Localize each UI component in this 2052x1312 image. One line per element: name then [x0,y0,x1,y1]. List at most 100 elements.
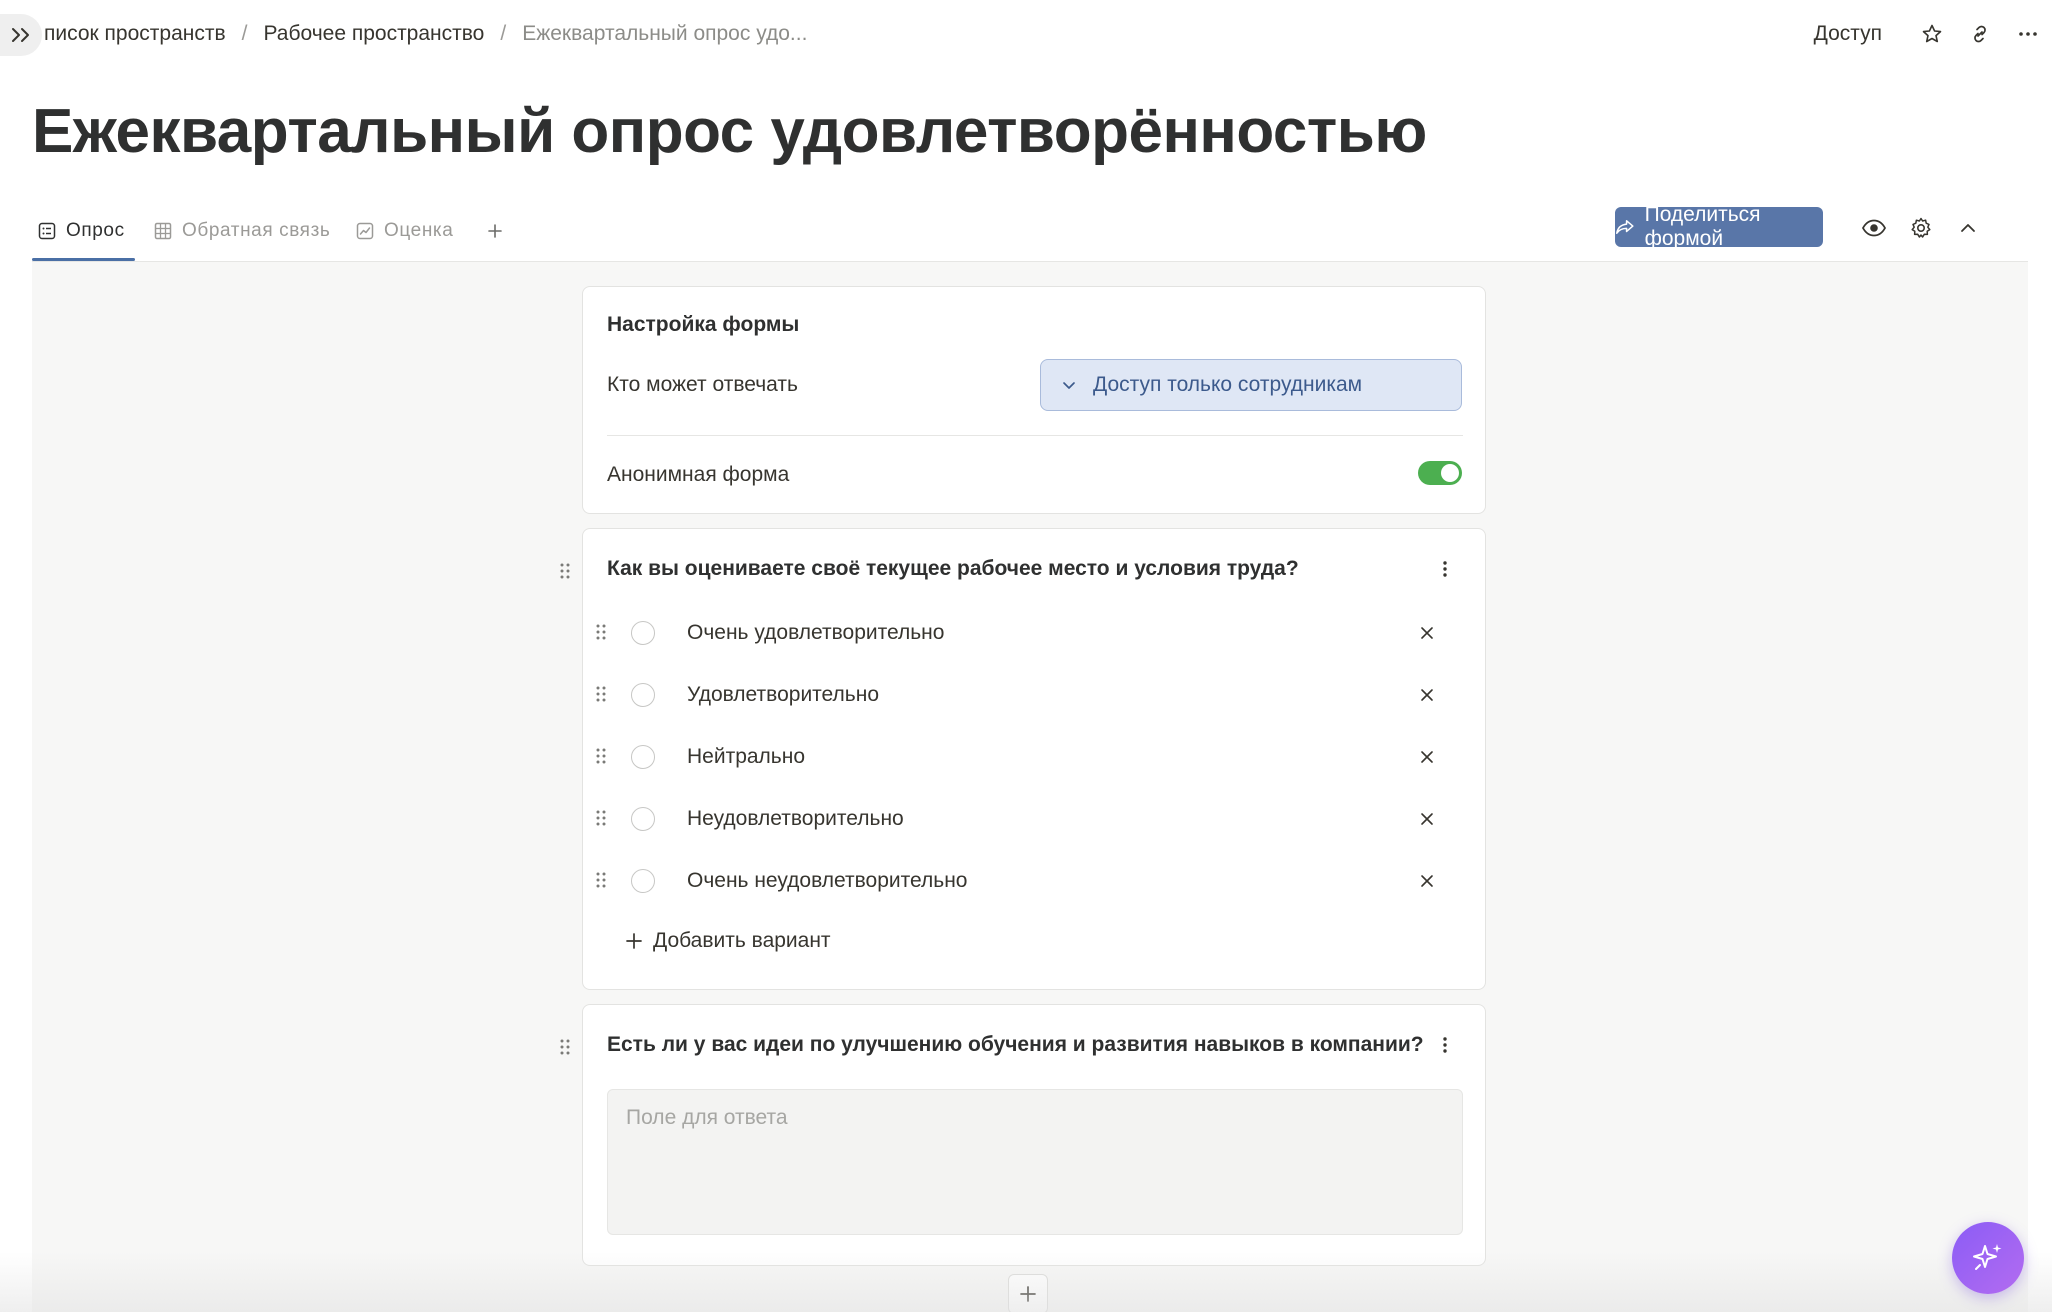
active-tab-indicator [32,258,135,261]
plus-icon [1020,1286,1036,1302]
option-radio[interactable] [631,621,655,645]
remove-option-button[interactable] [1413,619,1441,647]
option-radio[interactable] [631,745,655,769]
breadcrumb: писок пространств / Рабочее пространство… [44,22,807,46]
remove-option-button[interactable] [1413,867,1441,895]
option-label[interactable]: Удовлетворительно [687,683,879,707]
collapse-button[interactable] [1950,210,1986,246]
chart-icon [356,222,374,240]
who-can-answer-label: Кто может отвечать [607,373,798,396]
option-label[interactable]: Нейтрально [687,745,805,769]
question-drag-handle[interactable] [555,561,575,581]
eye-icon [1861,219,1887,237]
ai-assistant-button[interactable] [1952,1222,2024,1294]
add-question-button[interactable] [1008,1274,1048,1312]
close-icon [1421,627,1433,639]
gear-icon [1911,217,1931,238]
tab-rating[interactable]: Оценка [356,212,453,250]
form-settings-card: Настройка формы Кто может отвечать Досту… [582,286,1486,514]
question-title[interactable]: Есть ли у вас идеи по улучшению обучения… [607,1033,1424,1057]
question-menu-button[interactable] [1431,555,1459,583]
drag-handle-icon[interactable] [595,623,607,641]
question-card-2: Есть ли у вас идеи по улучшению обучения… [560,1004,1486,1266]
chevron-down-icon [1063,382,1075,389]
sidebar-expand-icon [12,28,29,42]
add-option-label: Добавить вариант [653,929,831,952]
tab-feedback[interactable]: Обратная связь [154,212,330,250]
option-radio[interactable] [631,807,655,831]
option-row: Удовлетворительно [595,675,1475,715]
share-form-button[interactable]: Поделиться формой [1615,203,1823,250]
access-button[interactable]: Доступ [1814,22,1882,46]
remove-option-button[interactable] [1413,805,1441,833]
plus-icon [488,224,502,238]
option-row: Очень удовлетворительно [595,613,1475,653]
breadcrumb-item-spaces[interactable]: писок пространств [44,22,226,46]
sparkle-icon [1973,1244,2002,1270]
tab-label: Оценка [384,220,454,241]
drag-handle-icon[interactable] [595,809,607,827]
top-bar: писок пространств / Рабочее пространство… [0,0,2052,68]
option-label[interactable]: Очень неудовлетворительно [687,869,967,893]
anonymous-form-label: Анонимная форма [607,463,790,486]
drag-handle-icon[interactable] [595,685,607,703]
tab-label: Обратная связь [182,220,331,241]
plus-icon [626,933,642,949]
option-row: Неудовлетворительно [595,799,1475,839]
option-row: Нейтрально [595,737,1475,777]
star-icon [1922,24,1942,43]
more-vertical-icon [1443,1037,1447,1053]
close-icon [1421,689,1433,701]
form-settings-title: Настройка формы [607,313,800,336]
question-card-1: Как вы оцениваете своё текущее рабочее м… [560,528,1486,990]
who-can-answer-select[interactable]: Доступ только сотрудникам [1040,359,1462,411]
page-title[interactable]: Ежеквартальный опрос удовлетворённостью [32,96,1427,167]
remove-option-button[interactable] [1413,681,1441,709]
favorite-button[interactable] [1908,16,1956,52]
drag-handle-icon[interactable] [595,747,607,765]
more-vertical-icon [1443,561,1447,577]
add-tab-button[interactable] [480,216,510,246]
close-icon [1421,751,1433,763]
more-button[interactable] [2004,16,2052,52]
option-label[interactable]: Очень удовлетворительно [687,621,944,645]
preview-button[interactable] [1856,210,1892,246]
drag-handle-icon [560,563,570,579]
chevron-up-icon [1961,224,1975,232]
option-row: Очень неудовлетворительно [595,861,1475,901]
option-radio[interactable] [631,683,655,707]
breadcrumb-separator: / [500,22,507,45]
remove-option-button[interactable] [1413,743,1441,771]
form-settings-button[interactable] [1903,210,1939,246]
anonymous-form-toggle[interactable] [1418,461,1462,485]
question-drag-handle[interactable] [555,1037,575,1057]
question-title[interactable]: Как вы оцениваете своё текущее рабочее м… [607,557,1299,581]
answer-placeholder: Поле для ответа [626,1106,788,1129]
question-menu-button[interactable] [1431,1031,1459,1059]
form-icon [38,222,56,240]
share-form-label: Поделиться формой [1644,203,1761,250]
answer-text-field[interactable]: Поле для ответа [607,1089,1463,1235]
option-label[interactable]: Неудовлетворительно [687,807,904,831]
breadcrumb-separator: / [241,22,248,45]
option-radio[interactable] [631,869,655,893]
drag-handle-icon[interactable] [595,871,607,889]
settings-divider [607,435,1463,436]
table-icon [154,222,172,240]
drag-handle-icon [560,1039,570,1055]
link-icon [1974,25,1986,43]
tab-survey[interactable]: Опрос [38,212,125,250]
tab-label: Опрос [66,220,125,241]
view-tabs: Опрос Обратная связь Оценка Поделиться ф… [32,200,2028,262]
close-icon [1421,813,1433,825]
sidebar-expand-button[interactable] [0,14,42,56]
add-option-button[interactable]: Добавить вариант [625,929,831,953]
who-can-answer-value: Доступ только сотрудникам [1093,373,1363,396]
breadcrumb-item-current[interactable]: Ежеквартальный опрос удо... [522,22,807,46]
breadcrumb-item-workspace[interactable]: Рабочее пространство [263,22,484,46]
copy-link-button[interactable] [1956,16,2004,52]
form-editor-canvas: Настройка формы Кто может отвечать Досту… [32,262,2028,1312]
close-icon [1421,875,1433,887]
header-actions: Доступ [1814,18,2052,50]
share-icon [1616,220,1634,234]
